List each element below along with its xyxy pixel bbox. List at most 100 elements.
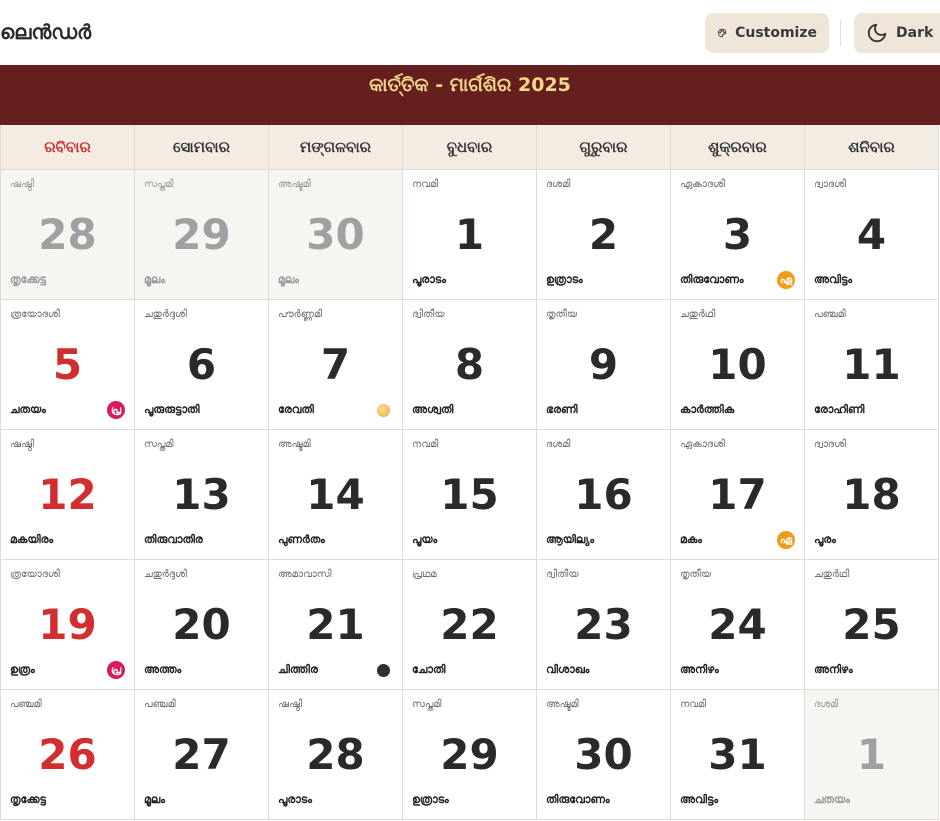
star-label: മൂലം [278,273,299,286]
day-cell[interactable]: നവമി 31 അവിട്ടം [671,690,805,820]
weekday-header-wednesday: ବୁଧବାର [403,125,537,170]
day-cell[interactable]: ദശമി 2 ഉത്രാടം [537,170,671,300]
day-cell[interactable]: ദ്വിതീയ 8 അശ്വതി [403,300,537,430]
day-number: 8 [454,340,485,389]
day-cell[interactable]: ദ്വിതീയ 23 വിശാഖം [537,560,671,690]
day-cell[interactable]: ദ്വാദശി 18 പൂരം [805,430,939,560]
tithi-label: ദശമി [546,439,571,450]
day-cell[interactable]: ചതുർഥി 10 കാർത്തിക [671,300,805,430]
day-number: 22 [440,600,499,649]
day-cell[interactable]: ഷഷ്ഠി 28 തൃക്കേട്ട [1,170,135,300]
day-number: 18 [842,470,901,519]
tithi-label: ദ്വിതീയ [412,309,445,320]
day-cell[interactable]: ത്രയോദശി 5 ചതയം പ്ര [1,300,135,430]
star-label: പൂരം [814,533,836,546]
tithi-label: ഏകാദശി [680,179,725,190]
star-label: അവിട്ടം [680,793,719,806]
star-label: കാർത്തിക [680,403,735,416]
tithi-label: പ്രഥമ [412,569,437,580]
day-cell[interactable]: തൃതീയ 9 ഭരണി [537,300,671,430]
weekday-header-monday: ସୋମବାର [135,125,269,170]
day-cell[interactable]: സപ്തമി 29 മൂലം [135,170,269,300]
top-bar: ലെൻഡർ Customize Dark [0,0,940,66]
day-cell[interactable]: ദ്വാദശി 4 അവിട്ടം [805,170,939,300]
day-cell[interactable]: ഷഷ്ഠി 12 മകയിരം [1,430,135,560]
day-number: 9 [588,340,619,389]
weekday-header-thursday: ଗୁରୁବାର [537,125,671,170]
tithi-label: സപ്തമി [412,699,442,710]
day-number: 28 [38,210,97,259]
star-label: മകം [680,533,703,546]
day-number: 21 [306,600,365,649]
dark-label: Dark [896,25,934,41]
star-label: ചതയം [814,793,850,806]
star-label: തിരുവോണം [546,793,610,806]
dark-mode-button[interactable]: Dark [854,13,940,53]
day-number: 26 [38,730,97,779]
ekadashi-badge: ഏ [777,531,795,549]
day-cell[interactable]: ഏകാദശി 17 മകം ഏ [671,430,805,560]
tithi-label: ചതുർദ്ദശി [144,569,187,580]
tithi-label: അഷ്ടമി [278,179,311,190]
day-cell[interactable]: ദശമി 16 ആയില്യം [537,430,671,560]
day-cell[interactable]: ദശമി 1 ചതയം [805,690,939,820]
day-cell[interactable]: പൗർണ്ണമി 7 രേവതി [269,300,403,430]
day-number: 19 [38,600,97,649]
day-cell[interactable]: തൃതീയ 24 അനിഴം [671,560,805,690]
calendar-grid: ରବିବାର ସୋମବାର ମଙ୍ଗଳବାର ବୁଧବାର ଗୁରୁବାର ଶୁ… [0,125,940,820]
day-cell[interactable]: പഞ്ചമി 27 മൂലം [135,690,269,820]
tithi-label: ത്രയോദശി [10,569,60,580]
day-cell[interactable]: നവമി 1 പൂരാടം [403,170,537,300]
star-label: ഉത്രം [10,663,35,676]
day-cell[interactable]: ചതുർദ്ദശി 6 പൂരുരുട്ടാതി [135,300,269,430]
day-cell[interactable]: നവമി 15 പൂയം [403,430,537,560]
day-cell[interactable]: അഷ്ടമി 14 പുണർതം [269,430,403,560]
day-cell[interactable]: പഞ്ചമി 26 തൃക്കേട്ട [1,690,135,820]
day-cell[interactable]: സപ്തമി 29 ഉത്രാടം [403,690,537,820]
day-number: 3 [722,210,753,259]
star-label: ചതയം [10,403,46,416]
day-cell[interactable]: അഷ്ടമി 30 തിരുവോണം [537,690,671,820]
palette-icon [717,28,727,38]
tithi-label: സപ്തമി [144,179,174,190]
tithi-label: അഷ്ടമി [278,439,311,450]
customize-button[interactable]: Customize [705,13,829,53]
tithi-label: ദ്വാദശി [814,179,846,190]
day-cell[interactable]: പഞ്ചമി 11 രോഹിണി [805,300,939,430]
tithi-label: നവമി [412,439,439,450]
tithi-label: ദ്വാദശി [814,439,846,450]
day-number: 25 [842,600,901,649]
day-number: 14 [306,470,365,519]
day-cell[interactable]: ചതുർദ്ദശി 20 അത്തം [135,560,269,690]
day-number: 16 [574,470,633,519]
moon-icon [867,23,887,43]
star-label: രേവതി [278,403,314,416]
star-label: തിരുവാതിര [144,533,203,546]
star-label: ആയില്യം [546,533,595,546]
day-cell[interactable]: ഏകാദശി 3 തിരുവോണം ഏ [671,170,805,300]
star-label: മകയിരം [10,533,54,546]
day-cell[interactable]: പ്രഥമ 22 ചോതി [403,560,537,690]
day-number: 5 [52,340,83,389]
tithi-label: ത്രയോദശി [10,309,60,320]
day-cell[interactable]: ചതുർഥി 25 അനിഴം [805,560,939,690]
day-cell[interactable]: അഷ്ടമി 30 മൂലം [269,170,403,300]
day-number: 31 [708,730,767,779]
day-number: 6 [186,340,217,389]
star-label: അവിട്ടം [814,273,853,286]
day-number: 29 [172,210,231,259]
pradosham-badge: പ്ര [107,401,125,419]
tithi-label: അമാവാസി [278,569,332,580]
day-number: 1 [454,210,485,259]
day-cell[interactable]: അമാവാസി 21 ചിത്തിര [269,560,403,690]
tithi-label: അഷ്ടമി [546,699,579,710]
tithi-label: ഷഷ്ഠി [278,699,303,710]
weekday-header-sunday: ରବିବାର [1,125,135,170]
toolbar-divider [840,20,841,46]
day-cell[interactable]: ഷഷ്ഠി 28 പൂരാടം [269,690,403,820]
star-label: തിരുവോണം [680,273,744,286]
day-cell[interactable]: സപ്തമി 13 തിരുവാതിര [135,430,269,560]
tithi-label: ദശമി [814,699,839,710]
weekday-header-tuesday: ମଙ୍ଗଳବାର [269,125,403,170]
day-cell[interactable]: ത്രയോദശി 19 ഉത്രം പ്ര [1,560,135,690]
